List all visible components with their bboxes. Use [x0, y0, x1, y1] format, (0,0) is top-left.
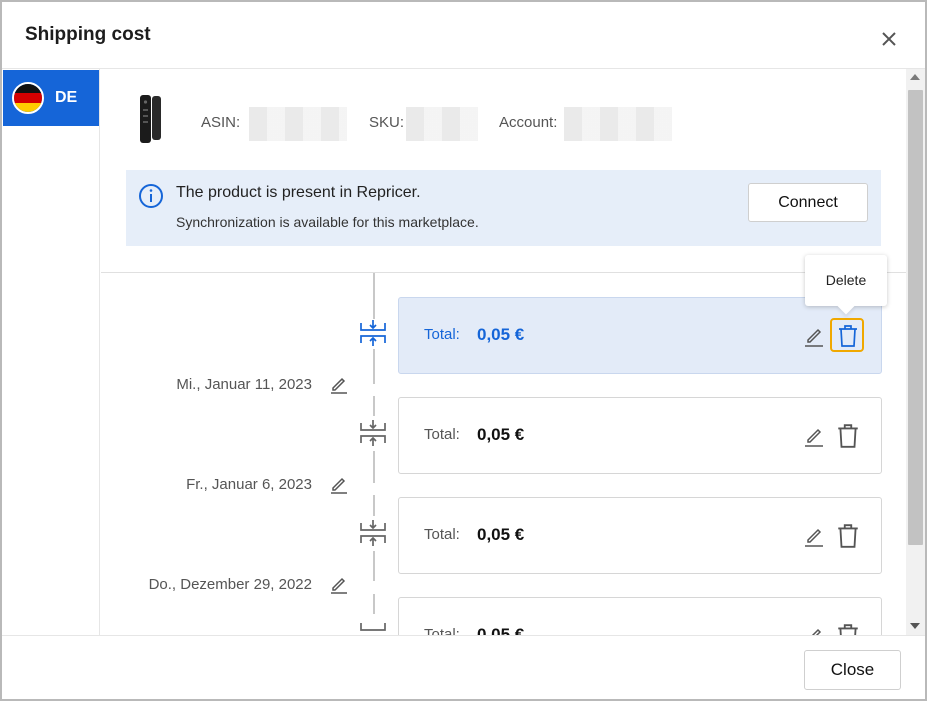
trash-icon[interactable]: [836, 623, 860, 635]
close-button[interactable]: Close: [804, 650, 901, 690]
merge-icon[interactable]: [360, 420, 386, 446]
dialog-header: Shipping cost: [2, 2, 925, 69]
sku-value-redacted: [406, 107, 478, 141]
marketplace-tab-de[interactable]: DE: [3, 70, 99, 126]
total-value: 0,05 €: [477, 425, 525, 444]
merge-icon[interactable]: [360, 320, 386, 346]
shipping-cost-card[interactable]: Total: 0,05 €: [398, 597, 882, 635]
edit-icon[interactable]: [803, 425, 825, 447]
total-value: 0,05 €: [477, 525, 525, 544]
delete-tooltip: Delete: [805, 255, 887, 306]
section-divider: [101, 272, 906, 273]
total-label: Total:: [424, 526, 460, 543]
account-label: Account:: [499, 114, 558, 131]
trash-icon: [839, 325, 857, 347]
edit-date-icon[interactable]: [329, 474, 349, 494]
delete-button[interactable]: [830, 318, 864, 352]
connect-button[interactable]: Connect: [748, 183, 868, 222]
germany-flag-icon: [12, 82, 44, 114]
shipping-cost-card[interactable]: Total: 0,05 €: [398, 397, 882, 474]
date-label: Fr., Januar 6, 2023: [186, 476, 312, 493]
total-label: Total:: [424, 426, 460, 443]
date-label: Do., Dezember 29, 2022: [148, 576, 312, 593]
shipping-cost-card[interactable]: Total: 0,05 €: [398, 497, 882, 574]
date-label: Mi., Januar 11, 2023: [176, 376, 312, 393]
shipping-cost-card[interactable]: Total: 0,05 €: [398, 297, 882, 374]
info-title: The product is present in Repricer.: [176, 184, 421, 201]
scrollbar-thumb[interactable]: [908, 90, 923, 545]
repricer-info-box: The product is present in Repricer. Sync…: [126, 170, 881, 246]
edit-icon[interactable]: [803, 625, 825, 635]
total-value: 0,05 €: [477, 625, 525, 635]
info-subtitle: Synchronization is available for this ma…: [176, 214, 479, 230]
edit-date-icon[interactable]: [329, 374, 349, 394]
merge-icon[interactable]: [360, 520, 386, 546]
total-label: Total:: [424, 326, 460, 343]
edit-date-icon[interactable]: [329, 574, 349, 594]
marketplace-tab-label: DE: [55, 89, 78, 106]
info-icon: [139, 184, 163, 208]
shipping-cost-dialog: Shipping cost DE ASIN: SKU: Account: The…: [0, 0, 927, 701]
sku-label: SKU:: [369, 114, 405, 131]
asin-label: ASIN:: [201, 114, 241, 131]
merge-icon[interactable]: [360, 620, 386, 635]
edit-icon[interactable]: [803, 525, 825, 547]
marketplace-sidebar: DE: [2, 69, 100, 635]
scroll-down-arrow-icon[interactable]: [910, 623, 920, 629]
trash-icon[interactable]: [836, 423, 860, 449]
scroll-up-arrow-icon[interactable]: [910, 74, 920, 80]
remote-control-image: [140, 95, 161, 143]
asin-value-redacted: [249, 107, 347, 141]
content-area: ASIN: SKU: Account: The product is prese…: [101, 69, 906, 635]
total-label: Total:: [424, 626, 460, 635]
dialog-footer: Close: [2, 635, 925, 699]
dialog-title: Shipping cost: [25, 24, 151, 45]
close-icon[interactable]: [878, 28, 900, 50]
trash-icon[interactable]: [836, 523, 860, 549]
account-value-redacted: [564, 107, 672, 141]
edit-icon[interactable]: [803, 325, 825, 347]
total-value: 0,05 €: [477, 325, 525, 344]
vertical-scrollbar[interactable]: [906, 69, 925, 635]
